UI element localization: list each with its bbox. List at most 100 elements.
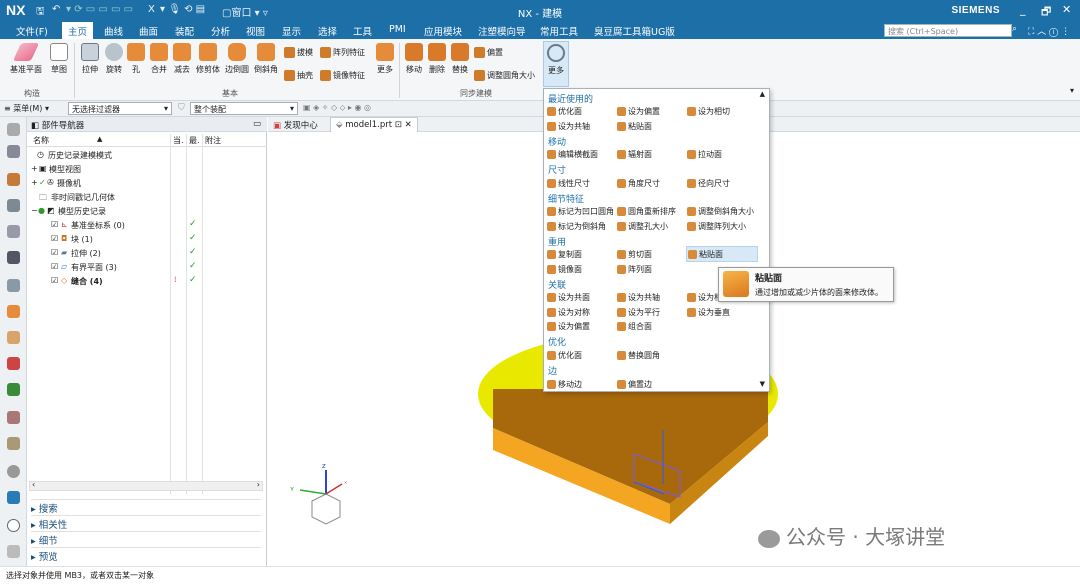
checkbox[interactable]: ☑	[51, 262, 58, 271]
constraint-navigator-icon[interactable]	[7, 173, 20, 186]
journal-icon[interactable]	[7, 437, 20, 450]
tab-tools[interactable]: 工具	[353, 24, 372, 38]
palette-icon[interactable]	[7, 465, 20, 478]
replace-face-button[interactable]: 替换	[449, 41, 471, 75]
datum-plane-button[interactable]: 基准平面	[8, 41, 44, 75]
delete-face-button[interactable]: 删除	[426, 41, 448, 75]
tree-row[interactable]: + ▣ 模型视图	[27, 163, 267, 176]
web-browser-icon[interactable]	[7, 279, 20, 292]
trim-body-button[interactable]: 修剪体	[194, 41, 222, 75]
process-studio-icon[interactable]	[7, 357, 20, 370]
menu-item-make-tangent-2[interactable]: 设为相	[687, 292, 722, 303]
tab-applications[interactable]: 应用模块	[424, 24, 462, 38]
tab-display[interactable]: 显示	[282, 24, 301, 38]
menu-item-resize-pattern[interactable]: 调整阵列大小	[687, 221, 746, 232]
settings-icon[interactable]	[7, 123, 20, 136]
menu-item-make-coaxial[interactable]: 设为共轴	[547, 121, 590, 132]
menu-item-pattern-face[interactable]: 阵列面	[617, 264, 652, 275]
tree-row[interactable]: − ● ◩ 模型历史记录	[27, 205, 267, 218]
tab-surface[interactable]: 曲面	[139, 24, 158, 38]
menu-item-replace-blend[interactable]: 替换圆角	[617, 350, 660, 361]
type-filter-dropdown[interactable]: 无选择过滤器 ▾	[68, 102, 172, 115]
tree-row[interactable]: ☑ ◇ 缝合 (4) ⁞ ✓	[27, 275, 267, 288]
tree-row[interactable]: ☑ ⊾ 基准坐标系 (0) ✓	[27, 219, 267, 232]
tab-discovery[interactable]: ▣ 发现中心	[268, 117, 323, 132]
tree-row[interactable]: ☑ ▰ 拉伸 (2) ✓	[27, 247, 267, 260]
unite-button[interactable]: 合并	[148, 41, 170, 75]
menu-item-reorder-blends[interactable]: 圆角重新排序	[617, 206, 676, 217]
clock-icon[interactable]	[7, 519, 20, 532]
col-current[interactable]: 当.	[173, 135, 184, 146]
edge-blend-button[interactable]: 边倒圆	[223, 41, 251, 75]
draft-button[interactable]: 拔模	[284, 47, 313, 58]
menu-item-offset-edge[interactable]: 偏置边	[617, 379, 652, 390]
mirror-feature-button[interactable]: 镜像特征	[320, 70, 365, 81]
scope-dropdown[interactable]: 整个装配 ▾	[190, 102, 298, 115]
tab-home[interactable]: 主页	[62, 22, 94, 39]
shell-button[interactable]: 抽壳	[284, 70, 313, 81]
maximize-icon[interactable]: ▭	[253, 119, 261, 129]
move-face-button[interactable]: 移动	[403, 41, 425, 75]
tab-select[interactable]: 选择	[318, 24, 337, 38]
menu-item-make-tangent[interactable]: 设为相切	[687, 106, 730, 117]
menu-item-make-symmetric[interactable]: 设为对称	[547, 307, 590, 318]
part-navigator-icon[interactable]	[7, 199, 20, 212]
more-sync-button[interactable]: 更多	[543, 41, 569, 87]
tab-assembly[interactable]: 装配	[175, 24, 194, 38]
menu-item-group-face[interactable]: 组合面	[617, 321, 652, 332]
search-input[interactable]: 搜索 (Ctrl+Space)	[884, 24, 1012, 37]
roles-icon[interactable]	[7, 383, 20, 396]
checkbox[interactable]: ☑	[51, 220, 58, 229]
pattern-feature-button[interactable]: 阵列特征	[320, 47, 365, 58]
accordion-details[interactable]: ▸ 细节	[31, 531, 261, 547]
expand-icon[interactable]: +	[31, 164, 38, 173]
hd3d-icon[interactable]	[7, 251, 20, 264]
snap-tool-icons[interactable]: ▣ ◈ ✧ ◇ ⬦ ▸ ◉ ◎	[303, 103, 371, 113]
chamfer-button[interactable]: 倒斜角	[252, 41, 280, 75]
pin-icon[interactable]: ⊡	[392, 120, 402, 130]
col-notes[interactable]: 附注	[205, 135, 221, 146]
tab-common-tools[interactable]: 常用工具	[540, 24, 578, 38]
menu-item-make-coplanar[interactable]: 设为共面	[547, 292, 590, 303]
tree-row[interactable]: ☑ ▱ 有界平面 (3) ✓	[27, 261, 267, 274]
menu-item-make-parallel[interactable]: 设为平行	[617, 307, 660, 318]
assembly-navigator-icon[interactable]	[7, 145, 20, 158]
history-icon[interactable]	[7, 305, 20, 318]
menu-item-cut-face[interactable]: 剪切面	[617, 249, 652, 260]
extrude-button[interactable]: 拉伸	[78, 41, 102, 75]
tree-row[interactable]: 🗀 非时间戳记几何体	[27, 191, 267, 204]
layout-icon[interactable]	[7, 545, 20, 558]
reuse-library-icon[interactable]	[7, 225, 20, 238]
collapse-icon[interactable]: −	[31, 206, 38, 215]
menu-item-pull-face[interactable]: 拉动面	[687, 149, 722, 160]
checkbox[interactable]: ☑	[51, 248, 58, 257]
tab-pmi[interactable]: PMI	[389, 24, 406, 35]
checkbox[interactable]: ☑	[51, 276, 58, 285]
close-icon[interactable]: ✕	[1062, 3, 1071, 16]
scroll-down-icon[interactable]: ▼	[760, 380, 765, 388]
tab-view[interactable]: 视图	[246, 24, 265, 38]
menu-item-label-chamfer[interactable]: 标记为倒斜角	[547, 221, 606, 232]
restore-icon[interactable]: 🗗	[1041, 3, 1051, 22]
tab-curve[interactable]: 曲线	[104, 24, 123, 38]
ribbon-option-icons[interactable]: ⛶ ︿ ⓘ ⋮	[1028, 24, 1070, 37]
analysis-icon[interactable]	[7, 411, 20, 424]
minimize-icon[interactable]: _	[1020, 3, 1026, 16]
sketch-button[interactable]: 草图	[46, 41, 72, 75]
search-icon[interactable]: ⌕	[1012, 24, 1017, 34]
tab-file[interactable]: 文件(F)	[16, 24, 48, 38]
scroll-up-icon[interactable]: ▲	[760, 90, 765, 98]
system-materials-icon[interactable]	[7, 331, 20, 344]
checkbox[interactable]: ☑	[51, 234, 58, 243]
accordion-dependencies[interactable]: ▸ 相关性	[31, 515, 261, 531]
menu-item-optimize-face-2[interactable]: 优化面	[547, 350, 582, 361]
tree-row[interactable]: + ✓ ✇ 摄像机	[27, 177, 267, 190]
menu-item-angular-dim[interactable]: 角度尺寸	[617, 178, 660, 189]
accordion-search[interactable]: ▸ 搜索	[31, 499, 261, 515]
menu-item-optimize-face[interactable]: 优化面	[547, 106, 582, 117]
menu-item-make-offset-2[interactable]: 设为偏置	[547, 321, 590, 332]
menu-button[interactable]: ≡ 菜单(M) ▾	[4, 103, 49, 114]
menu-item-paste-face[interactable]: 粘贴面	[617, 121, 652, 132]
ribbon-expand-icon[interactable]: ▾	[1070, 86, 1074, 95]
menu-item-radiate-face[interactable]: 辐射面	[617, 149, 652, 160]
